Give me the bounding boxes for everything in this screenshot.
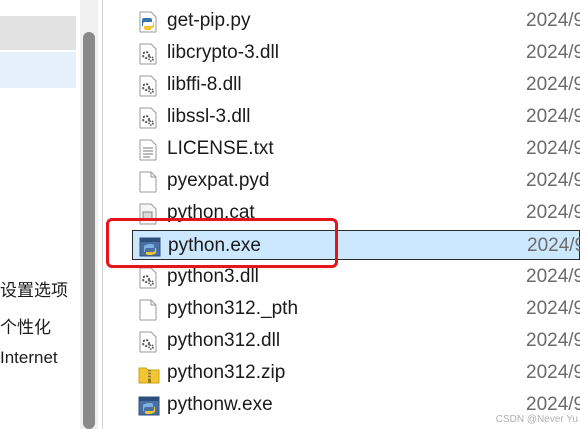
file-row[interactable]: python.cat 2024/9: [132, 198, 580, 228]
file-name: python.cat: [167, 202, 255, 223]
file-name: libcrypto-3.dll: [167, 42, 279, 63]
file-date-modified: 2024/9: [526, 170, 580, 191]
nav-item-selected[interactable]: [0, 16, 76, 50]
file-name: python3.dll: [167, 266, 259, 287]
file-name: python.exe: [168, 235, 261, 256]
file-name: libssl-3.dll: [167, 106, 251, 127]
python-exe-icon: [138, 395, 160, 417]
file-row[interactable]: get-pip.py 2024/9: [132, 6, 580, 36]
file-date-modified: 2024/9: [526, 106, 580, 127]
dll-gear-icon: [138, 331, 158, 353]
nav-item-hover[interactable]: [0, 52, 76, 88]
file-date-modified: 2024/9: [526, 42, 580, 63]
file-row[interactable]: libffi-8.dll 2024/9: [132, 70, 580, 100]
file-row[interactable]: LICENSE.txt 2024/9: [132, 134, 580, 164]
file-row[interactable]: pyexpat.pyd 2024/9: [132, 166, 580, 196]
dll-gear-icon: [138, 267, 158, 289]
nav-scrollbar-thumb[interactable]: [83, 32, 95, 429]
file-row[interactable]: python312.dll 2024/9: [132, 326, 580, 356]
python-script-icon: [138, 11, 158, 33]
file-date-modified: 2024/9: [527, 235, 580, 256]
file-list: get-pip.py 2024/9 libcrypto-3.dll 2024/9 lib…: [104, 0, 580, 429]
file-date-modified: 2024/9: [526, 10, 580, 31]
file-name: python312.zip: [167, 362, 286, 383]
file-date-modified: 2024/9: [526, 138, 580, 159]
file-date-modified: 2024/9: [526, 362, 580, 383]
python-exe-icon: [139, 236, 161, 258]
file-name: python312.dll: [167, 330, 281, 351]
file-row[interactable]: libcrypto-3.dll 2024/9: [132, 38, 580, 68]
file-name: libffi-8.dll: [167, 74, 242, 95]
dll-gear-icon: [138, 107, 158, 129]
nav-item-label[interactable]: 个性化: [0, 313, 51, 338]
file-name: python312._pth: [167, 298, 299, 319]
nav-item-label[interactable]: Internet: [0, 348, 58, 368]
zip-folder-icon: [138, 363, 160, 385]
file-date-modified: 2024/9: [526, 394, 580, 415]
navigation-pane: 设置选项 个性化 Internet: [0, 0, 80, 429]
dll-gear-icon: [138, 43, 158, 65]
file-row[interactable]: python.exe 2024/9: [132, 230, 580, 260]
file-date-modified: 2024/9: [526, 298, 580, 319]
watermark: CSDN @Never Yu: [495, 414, 578, 425]
blank-file-icon: [138, 171, 158, 193]
catalog-file-icon: [138, 203, 158, 225]
text-file-icon: [138, 139, 158, 161]
file-date-modified: 2024/9: [526, 330, 580, 351]
file-name: get-pip.py: [167, 10, 251, 31]
file-name: pyexpat.pyd: [167, 170, 270, 191]
nav-item-label[interactable]: 设置选项: [0, 276, 68, 301]
dll-gear-icon: [138, 75, 158, 97]
file-date-modified: 2024/9: [526, 202, 580, 223]
file-row[interactable]: python3.dll 2024/9: [132, 262, 580, 292]
pane-divider[interactable]: [102, 0, 103, 429]
file-row[interactable]: python312.zip 2024/9: [132, 358, 580, 388]
file-date-modified: 2024/9: [526, 74, 580, 95]
file-date-modified: 2024/9: [526, 266, 580, 287]
file-row[interactable]: python312._pth 2024/9: [132, 294, 580, 324]
blank-file-icon: [138, 299, 158, 321]
file-name: pythonw.exe: [167, 394, 273, 415]
file-row[interactable]: libssl-3.dll 2024/9: [132, 102, 580, 132]
file-name: LICENSE.txt: [167, 138, 274, 159]
